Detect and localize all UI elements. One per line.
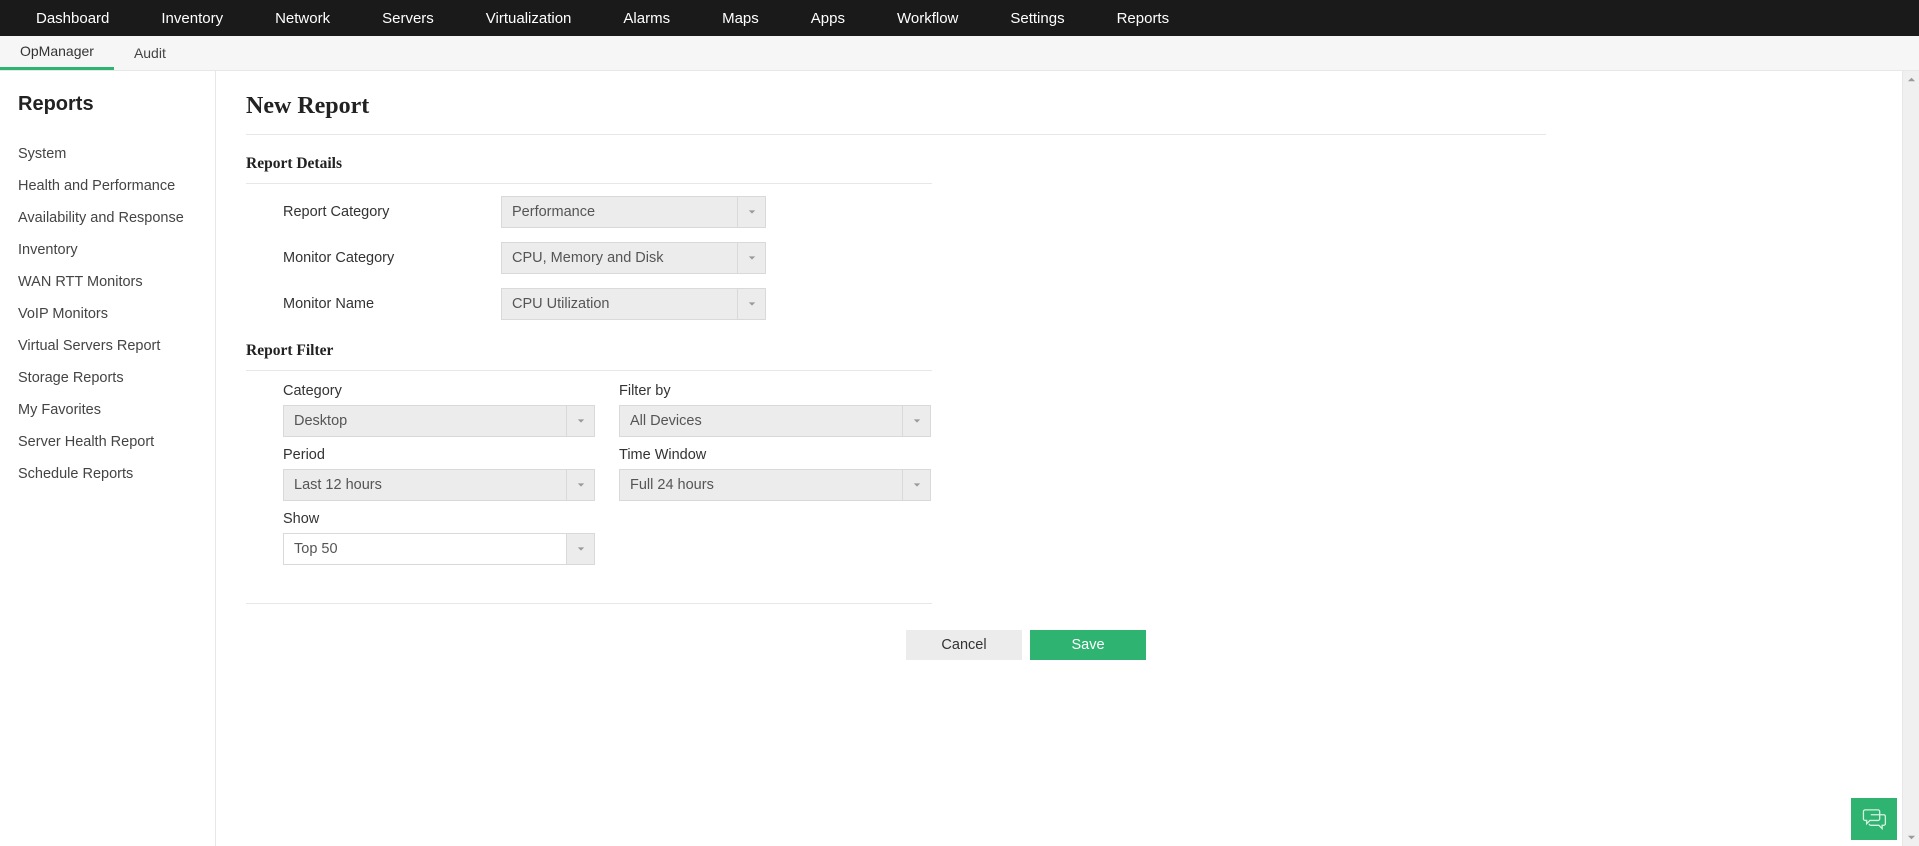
scroll-up-icon[interactable] xyxy=(1903,71,1919,88)
main: Reports System Health and Performance Av… xyxy=(0,71,1919,846)
sidebar-item-availability[interactable]: Availability and Response xyxy=(18,202,197,234)
select-monitor-category[interactable]: CPU, Memory and Disk xyxy=(501,242,766,274)
scroll-down-icon[interactable] xyxy=(1903,829,1919,846)
row-monitor-name: Monitor Name CPU Utilization xyxy=(246,288,932,320)
label-time-window: Time Window xyxy=(619,447,931,463)
sidebar-item-virtual[interactable]: Virtual Servers Report xyxy=(18,330,197,362)
nav-maps[interactable]: Maps xyxy=(696,0,785,36)
sidebar-item-schedule[interactable]: Schedule Reports xyxy=(18,458,197,490)
details-form: Report Category Performance Monitor Cate… xyxy=(246,196,932,320)
col-category: Category Desktop xyxy=(283,383,595,437)
chevron-down-icon xyxy=(737,289,765,319)
sidebar-item-system[interactable]: System xyxy=(18,138,197,170)
label-period: Period xyxy=(283,447,595,463)
filter-divider xyxy=(246,370,932,371)
chevron-down-icon xyxy=(902,470,930,500)
chevron-down-icon xyxy=(566,534,594,564)
select-monitor-category-value: CPU, Memory and Disk xyxy=(502,243,737,273)
nav-dashboard[interactable]: Dashboard xyxy=(10,0,135,36)
select-show-value: Top 50 xyxy=(284,534,566,564)
select-category[interactable]: Desktop xyxy=(283,405,595,437)
title-divider xyxy=(246,134,1546,135)
nav-network[interactable]: Network xyxy=(249,0,356,36)
cancel-button[interactable]: Cancel xyxy=(906,630,1022,660)
section-report-details: Report Details xyxy=(246,147,1889,183)
select-show[interactable]: Top 50 xyxy=(283,533,595,565)
sidebar-item-serverhealth[interactable]: Server Health Report xyxy=(18,426,197,458)
nav-reports[interactable]: Reports xyxy=(1091,0,1196,36)
sidebar: Reports System Health and Performance Av… xyxy=(0,71,216,846)
sidebar-item-wan[interactable]: WAN RTT Monitors xyxy=(18,266,197,298)
nav-alarms[interactable]: Alarms xyxy=(597,0,696,36)
chevron-down-icon xyxy=(566,406,594,436)
select-report-category[interactable]: Performance xyxy=(501,196,766,228)
chevron-down-icon xyxy=(737,243,765,273)
content-wrap: New Report Report Details Report Categor… xyxy=(216,71,1919,846)
nav-settings[interactable]: Settings xyxy=(984,0,1090,36)
select-time-window-value: Full 24 hours xyxy=(620,470,902,500)
label-monitor-name: Monitor Name xyxy=(246,296,501,312)
select-category-value: Desktop xyxy=(284,406,566,436)
chevron-down-icon xyxy=(566,470,594,500)
label-report-category: Report Category xyxy=(246,204,501,220)
select-time-window[interactable]: Full 24 hours xyxy=(619,469,931,501)
sidebar-item-storage[interactable]: Storage Reports xyxy=(18,362,197,394)
chat-button[interactable] xyxy=(1851,798,1897,840)
label-monitor-category: Monitor Category xyxy=(246,250,501,266)
top-nav: Dashboard Inventory Network Servers Virt… xyxy=(0,0,1919,36)
sidebar-item-voip[interactable]: VoIP Monitors xyxy=(18,298,197,330)
col-filter-by: Filter by All Devices xyxy=(619,383,931,437)
sidebar-item-inventory[interactable]: Inventory xyxy=(18,234,197,266)
label-show: Show xyxy=(283,511,595,527)
tab-audit[interactable]: Audit xyxy=(114,35,186,70)
details-divider xyxy=(246,183,932,184)
section-report-filter: Report Filter xyxy=(246,334,1889,370)
sidebar-items: System Health and Performance Availabili… xyxy=(18,138,197,490)
content: New Report Report Details Report Categor… xyxy=(216,71,1919,846)
select-period[interactable]: Last 12 hours xyxy=(283,469,595,501)
select-report-category-value: Performance xyxy=(502,197,737,227)
nav-apps[interactable]: Apps xyxy=(785,0,871,36)
select-period-value: Last 12 hours xyxy=(284,470,566,500)
col-show: Show Top 50 xyxy=(283,511,595,565)
filter-form: Category Desktop Filter by All Devices xyxy=(246,383,932,575)
sidebar-item-health[interactable]: Health and Performance xyxy=(18,170,197,202)
nav-virtualization[interactable]: Virtualization xyxy=(460,0,598,36)
select-monitor-name[interactable]: CPU Utilization xyxy=(501,288,766,320)
chat-icon xyxy=(1861,805,1887,834)
row-monitor-category: Monitor Category CPU, Memory and Disk xyxy=(246,242,932,274)
col-period: Period Last 12 hours xyxy=(283,447,595,501)
sub-nav: OpManager Audit xyxy=(0,36,1919,71)
nav-servers[interactable]: Servers xyxy=(356,0,460,36)
chevron-down-icon xyxy=(902,406,930,436)
select-filter-by[interactable]: All Devices xyxy=(619,405,931,437)
tab-opmanager[interactable]: OpManager xyxy=(0,35,114,70)
sidebar-title: Reports xyxy=(18,93,197,116)
actions: Cancel Save xyxy=(246,604,1146,660)
nav-workflow[interactable]: Workflow xyxy=(871,0,984,36)
nav-inventory[interactable]: Inventory xyxy=(135,0,249,36)
save-button[interactable]: Save xyxy=(1030,630,1146,660)
select-filter-by-value: All Devices xyxy=(620,406,902,436)
col-time-window: Time Window Full 24 hours xyxy=(619,447,931,501)
page-title: New Report xyxy=(246,93,1889,120)
vertical-scrollbar[interactable] xyxy=(1902,71,1919,846)
label-filter-by: Filter by xyxy=(619,383,931,399)
label-category: Category xyxy=(283,383,595,399)
select-monitor-name-value: CPU Utilization xyxy=(502,289,737,319)
sidebar-item-favorites[interactable]: My Favorites xyxy=(18,394,197,426)
row-report-category: Report Category Performance xyxy=(246,196,932,228)
chevron-down-icon xyxy=(737,197,765,227)
